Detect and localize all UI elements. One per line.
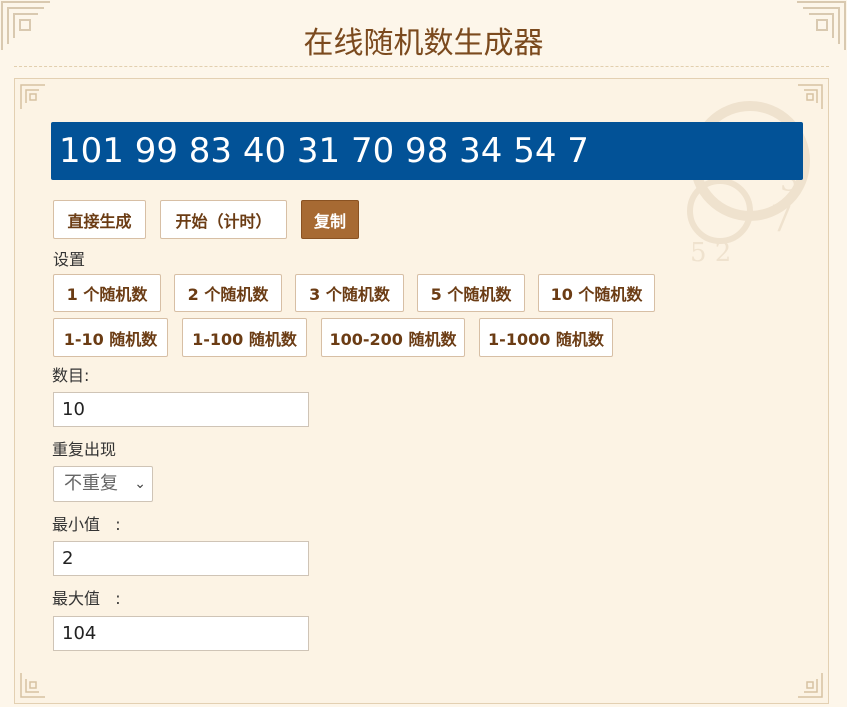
preset-5-numbers-button[interactable]: 5 个随机数 <box>417 274 525 312</box>
count-input[interactable]: 10 <box>53 392 309 427</box>
result-display: 101 99 83 40 31 70 98 34 54 7 <box>51 122 803 180</box>
repeat-label: 重复出现 <box>52 440 117 459</box>
generate-button[interactable]: 直接生成 <box>53 200 146 239</box>
min-label: 最小值 : <box>52 515 121 534</box>
copy-button[interactable]: 复制 <box>301 200 359 239</box>
panel-corner-ornament <box>19 671 47 699</box>
page-title: 在线随机数生成器 <box>303 26 544 61</box>
range-1-10-button[interactable]: 1-10 随机数 <box>53 318 168 357</box>
range-1-100-button[interactable]: 1-100 随机数 <box>182 318 307 357</box>
min-input[interactable]: 2 <box>53 541 309 576</box>
preset-2-numbers-button[interactable]: 2 个随机数 <box>174 274 282 312</box>
range-100-200-button[interactable]: 100-200 随机数 <box>321 318 465 357</box>
count-label: 数目: <box>52 366 90 385</box>
repeat-select-value: 不重复 <box>64 473 118 494</box>
repeat-select[interactable]: 不重复 ⌄ <box>53 466 153 502</box>
preset-10-numbers-button[interactable]: 10 个随机数 <box>538 274 655 312</box>
start-timer-button[interactable]: 开始（计时） <box>160 200 287 239</box>
title-divider <box>14 66 829 67</box>
range-1-1000-button[interactable]: 1-1000 随机数 <box>479 318 613 357</box>
max-input[interactable]: 104 <box>53 616 309 651</box>
numbers-watermark-image: 7 5 2 3 <box>620 91 820 291</box>
settings-label: 设置 <box>53 250 86 269</box>
max-label: 最大值 : <box>52 589 121 608</box>
svg-text:5 2: 5 2 <box>690 238 731 268</box>
preset-1-number-button[interactable]: 1 个随机数 <box>53 274 161 312</box>
svg-text:7: 7 <box>770 199 793 240</box>
panel-corner-ornament <box>19 83 47 111</box>
panel-corner-ornament <box>796 671 824 699</box>
preset-3-numbers-button[interactable]: 3 个随机数 <box>295 274 404 312</box>
chevron-down-icon: ⌄ <box>134 476 146 492</box>
